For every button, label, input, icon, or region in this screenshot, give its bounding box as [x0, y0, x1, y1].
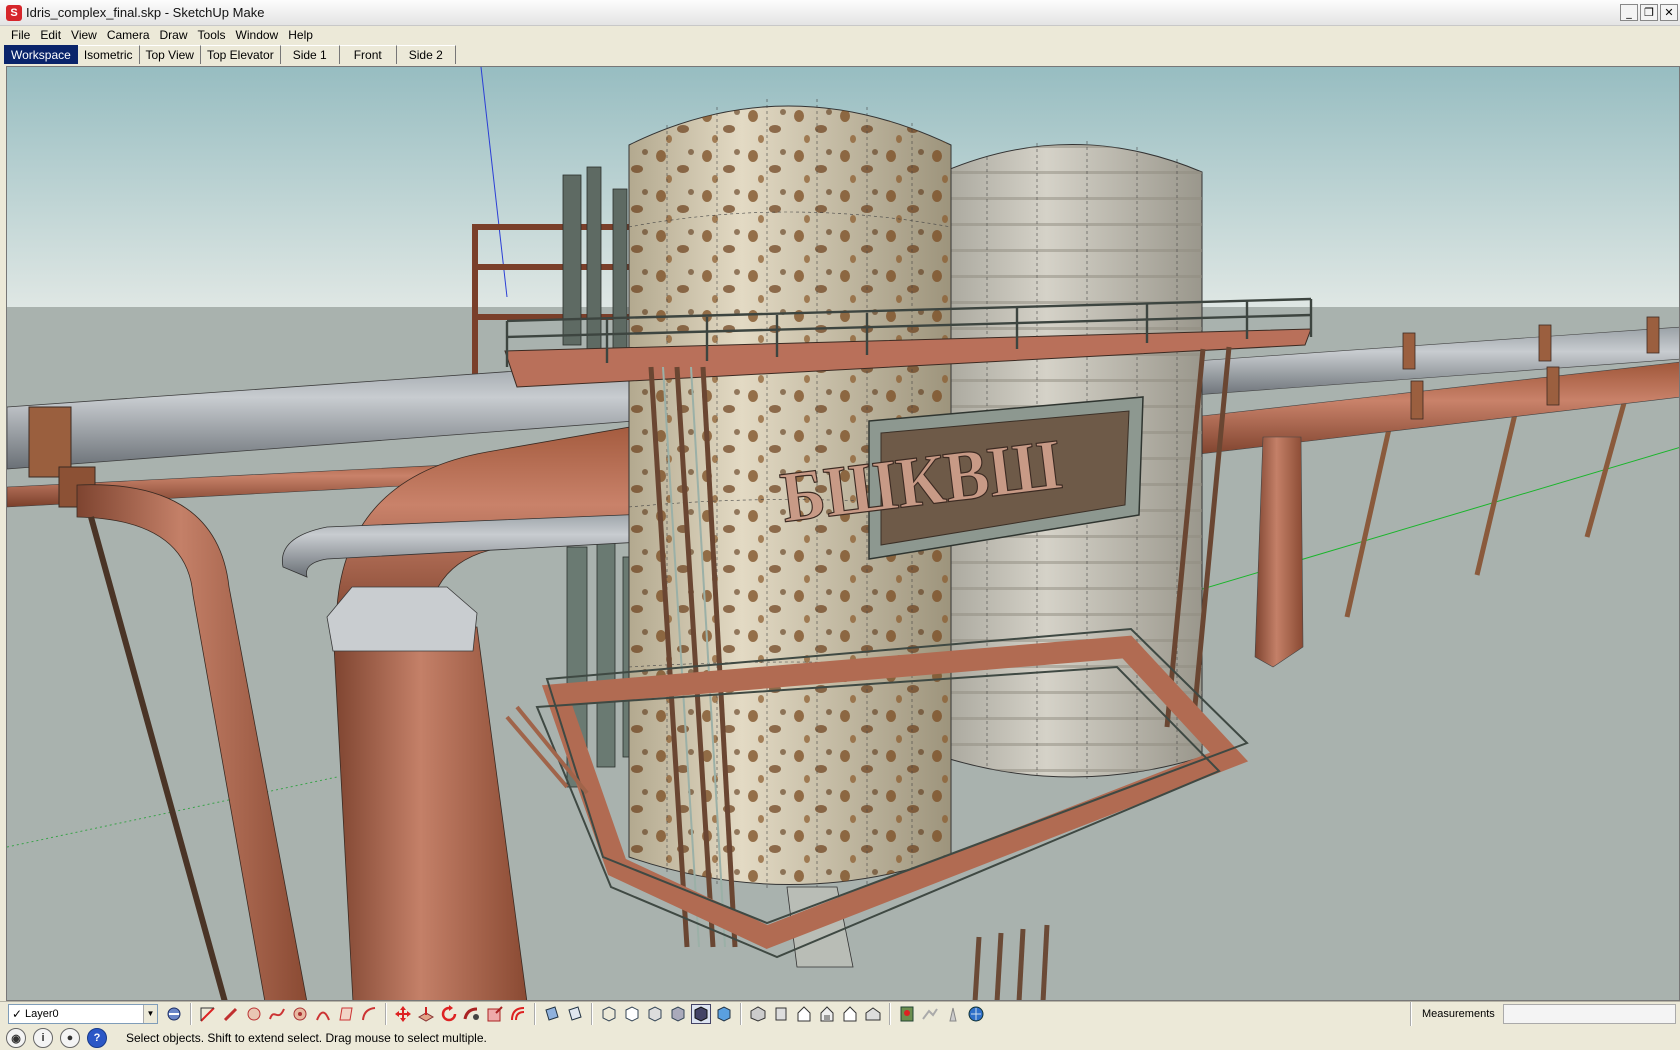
circle-icon[interactable]	[244, 1004, 264, 1024]
textured-icon[interactable]	[691, 1004, 711, 1024]
move-icon[interactable]	[393, 1004, 413, 1024]
add-location-icon[interactable]	[897, 1004, 917, 1024]
style-tools	[591, 1003, 740, 1025]
back-view-icon[interactable]	[840, 1004, 860, 1024]
menu-view[interactable]: View	[66, 28, 102, 42]
edit-tools	[385, 1003, 534, 1025]
close-button[interactable]: ✕	[1660, 4, 1678, 21]
geo-location-icon[interactable]: ◉	[6, 1028, 26, 1048]
offset-icon[interactable]	[508, 1004, 528, 1024]
tab-top-view[interactable]: Top View	[139, 45, 201, 64]
menu-tools[interactable]: Tools	[193, 28, 231, 42]
menu-edit[interactable]: Edit	[35, 28, 66, 42]
hiddenline-icon[interactable]	[645, 1004, 665, 1024]
menu-draw[interactable]: Draw	[155, 28, 193, 42]
tab-isometric[interactable]: Isometric	[77, 45, 140, 64]
arc-icon[interactable]	[313, 1004, 333, 1024]
model-viewport[interactable]: БШКВШ	[6, 66, 1680, 1001]
scene-tabs: Workspace Isometric Top View Top Elevato…	[0, 44, 1680, 65]
measurements-label: Measurements	[1422, 1008, 1495, 1020]
measurements-box: Measurements	[1410, 1002, 1680, 1026]
user-icon[interactable]: ●	[60, 1028, 80, 1048]
help-icon[interactable]: ?	[87, 1028, 107, 1048]
section-tools	[534, 1003, 591, 1025]
tab-side-1[interactable]: Side 1	[280, 45, 340, 64]
title-bar: S Idris_complex_final.skp - SketchUp Mak…	[0, 0, 1680, 26]
location-tools	[889, 1003, 992, 1025]
geolocation-icon[interactable]	[966, 1004, 986, 1024]
status-bar: ◉ i ● ? Select objects. Shift to extend …	[0, 1026, 1680, 1050]
window-title: Idris_complex_final.skp - SketchUp Make	[26, 5, 265, 20]
terrain-icon[interactable]	[920, 1004, 940, 1024]
pushpull-icon[interactable]	[416, 1004, 436, 1024]
view-tools	[740, 1003, 889, 1025]
select-icon[interactable]	[198, 1004, 218, 1024]
checkmark-icon: ✓	[11, 1007, 23, 1021]
line-icon[interactable]	[359, 1004, 379, 1024]
layer-name: Layer0	[25, 1008, 59, 1020]
menu-bar: File Edit View Camera Draw Tools Window …	[0, 26, 1680, 44]
scale-icon[interactable]	[485, 1004, 505, 1024]
followme-icon[interactable]	[462, 1004, 482, 1024]
freehand-icon[interactable]	[267, 1004, 287, 1024]
section-plane-icon[interactable]	[542, 1004, 562, 1024]
status-message: Select objects. Shift to extend select. …	[126, 1031, 487, 1045]
menu-camera[interactable]: Camera	[102, 28, 155, 42]
credits-icon[interactable]: i	[33, 1028, 53, 1048]
chevron-down-icon[interactable]: ▼	[143, 1005, 157, 1023]
polygon-icon[interactable]	[290, 1004, 310, 1024]
iso-view-icon[interactable]	[748, 1004, 768, 1024]
front-view-icon[interactable]	[794, 1004, 814, 1024]
restore-button[interactable]: ❐	[1640, 4, 1658, 21]
menu-file[interactable]: File	[6, 28, 35, 42]
pencil-icon[interactable]	[221, 1004, 241, 1024]
left-view-icon[interactable]	[863, 1004, 883, 1024]
drawing-tools	[190, 1003, 385, 1025]
section-display-icon[interactable]	[565, 1004, 585, 1024]
tab-front[interactable]: Front	[339, 45, 397, 64]
tab-side-2[interactable]: Side 2	[396, 45, 456, 64]
bottom-toolbar: ✓ Layer0 ▼ Measurements	[0, 1001, 1680, 1026]
shaded-icon[interactable]	[668, 1004, 688, 1024]
menu-help[interactable]: Help	[283, 28, 318, 42]
photo-texture-icon[interactable]	[943, 1004, 963, 1024]
tab-workspace[interactable]: Workspace	[4, 45, 78, 64]
monochrome-icon[interactable]	[714, 1004, 734, 1024]
rectangle-icon[interactable]	[336, 1004, 356, 1024]
rotate-icon[interactable]	[439, 1004, 459, 1024]
wireframe-icon[interactable]	[622, 1004, 642, 1024]
layer-dropdown[interactable]: ✓ Layer0 ▼	[8, 1004, 158, 1024]
layer-manager-icon[interactable]	[164, 1004, 184, 1024]
xray-icon[interactable]	[599, 1004, 619, 1024]
right-view-icon[interactable]	[817, 1004, 837, 1024]
measurements-input[interactable]	[1502, 1004, 1676, 1024]
sketchup-app-icon[interactable]: S	[6, 4, 22, 21]
scene-render: БШКВШ	[7, 67, 1679, 1000]
window-controls: _ ❐ ✕	[1620, 4, 1678, 21]
menu-window[interactable]: Window	[231, 28, 284, 42]
tab-top-elevator[interactable]: Top Elevator	[200, 45, 281, 64]
minimize-button[interactable]: _	[1620, 4, 1638, 21]
top-view-icon[interactable]	[771, 1004, 791, 1024]
